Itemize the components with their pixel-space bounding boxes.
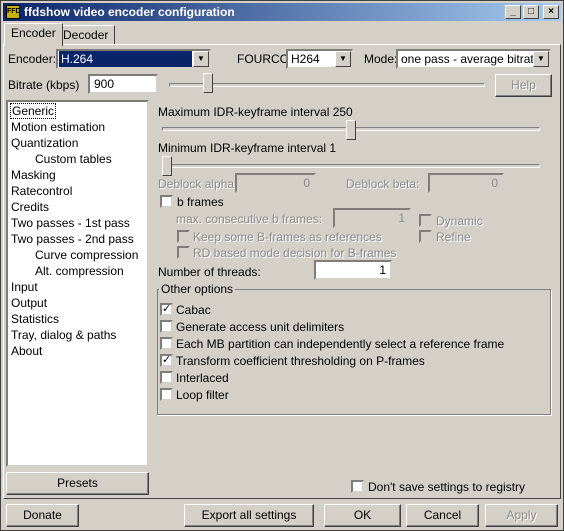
other-option-checkbox[interactable]: ✓ <box>160 354 173 367</box>
encoder-select-value: H.264 <box>59 51 192 67</box>
bitrate-input[interactable]: 900 <box>88 74 158 94</box>
settings-tree[interactable]: Generic Motion estimation Quantization Cust… <box>6 100 149 467</box>
other-option-checkbox[interactable] <box>160 337 173 350</box>
dynamic-label: Dynamic <box>436 214 483 228</box>
min-idr-slider-thumb[interactable] <box>162 156 172 176</box>
deblock-alpha-input[interactable]: 0 <box>235 173 316 193</box>
ffdshow-app-icon: FFD <box>6 5 21 19</box>
tree-item[interactable]: Credits <box>10 199 50 215</box>
tree-item[interactable]: Tray, dialog & paths <box>10 327 117 343</box>
deblock-beta-input[interactable]: 0 <box>428 173 504 193</box>
max-idr-slider-thumb[interactable] <box>346 120 356 140</box>
tree-item[interactable]: About <box>10 343 43 359</box>
tree-item[interactable]: Masking <box>10 167 57 183</box>
cancel-button[interactable]: Cancel <box>406 504 479 527</box>
minimize-button[interactable]: _ <box>505 5 521 19</box>
max-consec-bframes-label: max. consecutive b frames: <box>176 212 323 226</box>
refine-checkbox[interactable] <box>419 230 432 243</box>
window-title: ffdshow video encoder configuration <box>24 5 235 19</box>
refine-label: Refine <box>436 230 471 244</box>
tab-encoder[interactable]: Encoder <box>4 23 63 46</box>
tree-item[interactable]: Two passes - 2nd pass <box>10 231 135 247</box>
deblock-beta-label: Deblock beta: <box>346 177 420 191</box>
rd-mode-label: RD based mode decision for B-frames <box>193 246 397 260</box>
threads-input[interactable]: 1 <box>314 260 392 280</box>
other-option-label: Each MB partition can independently sele… <box>176 337 505 351</box>
title-bar[interactable]: FFD ffdshow video encoder configuration … <box>3 3 561 21</box>
tree-item[interactable]: Curve compression <box>34 247 139 263</box>
dont-save-registry-label: Don't save settings to registry <box>368 480 526 494</box>
tree-item[interactable]: Motion estimation <box>10 119 106 135</box>
mode-select-value: one pass - average bitrate <box>401 52 541 66</box>
export-settings-button[interactable]: Export all settings <box>184 504 314 527</box>
tree-item[interactable]: Generic <box>10 103 57 119</box>
min-idr-label: Minimum IDR-keyframe interval 1 <box>158 141 337 155</box>
chevron-down-icon[interactable]: ▼ <box>193 51 209 67</box>
fourcc-select-value: H264 <box>291 52 320 66</box>
max-idr-label: Maximum IDR-keyframe interval 250 <box>158 105 353 119</box>
help-button[interactable]: Help <box>495 74 552 97</box>
other-option-checkbox[interactable] <box>160 320 173 333</box>
keep-bframes-label: Keep some B-frames as references <box>193 230 382 244</box>
bitrate-slider-thumb[interactable] <box>203 73 213 93</box>
tree-item[interactable]: Input <box>10 279 39 295</box>
other-option-checkbox[interactable] <box>160 371 173 384</box>
maximize-button[interactable]: □ <box>523 5 539 19</box>
tree-item[interactable]: Output <box>10 295 48 311</box>
close-button[interactable]: × <box>543 5 559 19</box>
deblock-alpha-label: Deblock alpha: <box>158 177 238 191</box>
dynamic-checkbox[interactable] <box>419 214 432 227</box>
other-option-label: Loop filter <box>176 388 229 402</box>
fourcc-label: FOURCC: <box>237 52 292 66</box>
max-consec-bframes-input[interactable]: 1 <box>333 208 411 228</box>
apply-button[interactable]: Apply <box>485 504 558 527</box>
encoder-config-window: FFD ffdshow video encoder configuration … <box>0 0 564 531</box>
ok-button[interactable]: OK <box>324 504 401 527</box>
min-idr-slider-track[interactable] <box>162 164 540 168</box>
fourcc-select[interactable]: H264 ▼ <box>286 49 353 69</box>
tree-item[interactable]: Ratecontrol <box>10 183 73 199</box>
tree-item[interactable]: Quantization <box>10 135 79 151</box>
other-option-label: Transform coefficient thresholding on P-… <box>176 354 425 368</box>
other-options-title: Other options <box>159 282 236 296</box>
other-option-checkbox[interactable] <box>160 388 173 401</box>
other-option-checkbox[interactable]: ✓ <box>160 303 173 316</box>
tab-decoder[interactable]: Decoder <box>56 25 116 45</box>
encoder-select[interactable]: H.264 ▼ <box>56 49 211 69</box>
tree-item[interactable]: Alt. compression <box>34 263 125 279</box>
other-option-label: Interlaced <box>176 371 229 385</box>
chevron-down-icon[interactable]: ▼ <box>335 51 351 67</box>
bitrate-slider-track[interactable] <box>169 83 485 87</box>
bframes-checkbox[interactable] <box>160 195 173 208</box>
other-option-label: Cabac <box>176 303 211 317</box>
dont-save-registry-checkbox[interactable] <box>351 480 364 493</box>
tree-item[interactable]: Statistics <box>10 311 60 327</box>
tree-item[interactable]: Two passes - 1st pass <box>10 215 131 231</box>
chevron-down-icon[interactable]: ▼ <box>533 51 549 67</box>
keep-bframes-checkbox[interactable] <box>177 230 190 243</box>
mode-label: Mode: <box>364 52 398 66</box>
donate-button[interactable]: Donate <box>6 504 79 527</box>
tree-item[interactable]: Custom tables <box>34 151 113 167</box>
rd-mode-checkbox[interactable] <box>177 246 190 259</box>
mode-select[interactable]: one pass - average bitrate ▼ <box>396 49 551 69</box>
other-option-label: Generate access unit delimiters <box>176 320 345 334</box>
presets-button[interactable]: Presets <box>6 472 149 495</box>
bitrate-label: Bitrate (kbps) <box>8 78 80 92</box>
bframes-label: b frames <box>177 195 224 209</box>
encoder-label: Encoder: <box>8 52 57 66</box>
threads-label: Number of threads: <box>158 265 261 279</box>
